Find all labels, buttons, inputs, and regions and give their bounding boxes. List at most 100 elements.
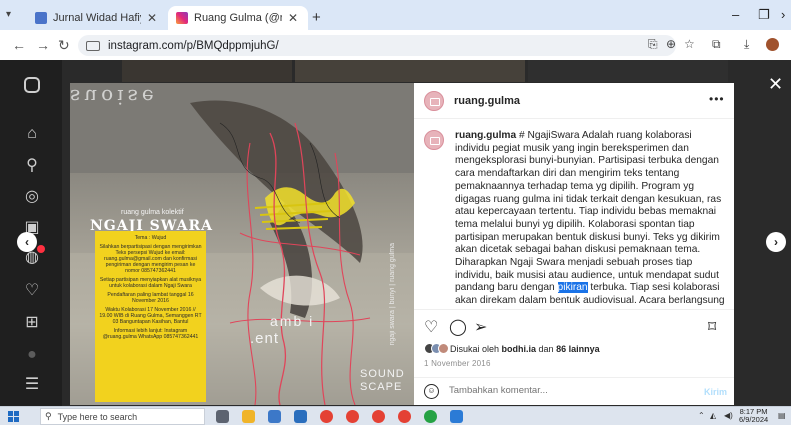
- store-icon[interactable]: [268, 410, 281, 423]
- info-line: Waktu Kolaborasi 17 November 2016 // 19.…: [99, 307, 202, 325]
- poster-info-box: Tema : Wujud Silahkan berpartisipasi den…: [95, 231, 206, 402]
- search-icon: ⚲: [45, 411, 52, 421]
- tab-instagram[interactable]: Ruang Gulma (@ruang.gulma) ✕: [168, 6, 308, 30]
- like-heart-icon[interactable]: ♡: [424, 317, 438, 337]
- poster-top-text: suoise: [70, 85, 158, 109]
- likes-count[interactable]: 86 lainnya: [556, 344, 600, 354]
- home-icon[interactable]: ⌂: [22, 124, 42, 144]
- browser-nav-bar: ← → ↻ instagram.com/p/BMQdppmjuhG/ ⎘ ⊕ ☆…: [0, 30, 791, 60]
- selected-text: pikiran: [557, 282, 588, 294]
- post-caption: ruang.gulma # NgajiSwara Adalah ruang ko…: [455, 130, 725, 308]
- author-avatar[interactable]: [424, 91, 444, 111]
- zoom-icon[interactable]: ⊕: [666, 37, 676, 51]
- poster-soundscape-text: SOUND SCAPE: [360, 368, 405, 393]
- next-post-button[interactable]: ›: [766, 232, 786, 252]
- background-post-thumbnail: [295, 60, 525, 82]
- close-tab-icon[interactable]: ✕: [145, 11, 159, 25]
- url-text: instagram.com/p/BMQdppmjuhG/: [108, 39, 279, 52]
- network-icon[interactable]: ◭: [710, 411, 716, 420]
- extensions-icon[interactable]: ⧉: [712, 37, 721, 52]
- tab-search-icon[interactable]: ▾: [6, 9, 20, 21]
- caption-avatar[interactable]: [424, 130, 444, 150]
- profile-avatar[interactable]: [766, 38, 779, 51]
- menu-icon[interactable]: ☰: [22, 375, 42, 395]
- search-icon[interactable]: ⚲: [22, 156, 42, 176]
- notification-center-icon[interactable]: ▤: [778, 411, 786, 420]
- edge-icon[interactable]: [294, 410, 307, 423]
- forward-icon[interactable]: →: [36, 37, 50, 53]
- close-window-icon[interactable]: ›: [781, 7, 785, 22]
- poster-subtitle: ruang gulma kolektif: [121, 209, 184, 216]
- save-bookmark-icon[interactable]: ⌑: [708, 317, 716, 337]
- close-modal-icon[interactable]: ✕: [768, 74, 783, 95]
- explore-icon[interactable]: ◎: [22, 187, 42, 207]
- info-line: Tema : Wujud: [134, 235, 167, 241]
- site-info-icon[interactable]: [86, 40, 100, 51]
- poster-ambient-text: amb i: [270, 313, 315, 329]
- author-username[interactable]: ruang.gulma: [454, 95, 520, 107]
- notification-dot: [37, 245, 45, 253]
- comment-input[interactable]: [449, 385, 689, 396]
- bookmark-star-icon[interactable]: ☆: [684, 37, 695, 51]
- taskbar-search-placeholder: Type here to search: [57, 411, 138, 422]
- post-actions: ♡ ◯ ➢ ⌑ Disukai oleh bodhi.ia dan 86 lai…: [414, 309, 734, 405]
- reload-icon[interactable]: ↻: [58, 37, 70, 54]
- post-image[interactable]: suoise ruang gulma kolektif NGAJI SWARA …: [70, 83, 414, 405]
- create-icon[interactable]: ⊞: [22, 313, 42, 333]
- docs-favicon-icon: [35, 12, 47, 24]
- task-view-icon[interactable]: [216, 410, 229, 423]
- chrome-icon[interactable]: [372, 410, 385, 423]
- previous-post-button[interactable]: ‹: [17, 232, 37, 252]
- background-post-thumbnail: [528, 60, 728, 82]
- chrome-icon[interactable]: [346, 410, 359, 423]
- minimize-icon[interactable]: –: [732, 7, 739, 22]
- file-explorer-icon[interactable]: [242, 410, 255, 423]
- browser-tab-bar: ▾ Jurnal Widad Hafiyan Ustman.i ✕ Ruang …: [0, 0, 791, 30]
- likes-summary: Disukai oleh bodhi.ia dan 86 lainnya: [450, 344, 600, 354]
- share-send-icon[interactable]: ➢: [474, 317, 487, 337]
- taskbar-search[interactable]: ⚲ Type here to search: [40, 408, 205, 425]
- instagram-logo-icon[interactable]: [24, 77, 40, 93]
- chrome-icon[interactable]: [320, 410, 333, 423]
- tab-jurnal[interactable]: Jurnal Widad Hafiyan Ustman.i ✕: [27, 6, 167, 30]
- more-options-icon[interactable]: •••: [709, 92, 725, 106]
- comment-icon[interactable]: ◯: [449, 317, 467, 337]
- back-icon[interactable]: ←: [12, 37, 26, 53]
- notifications-heart-icon[interactable]: ♡: [22, 281, 42, 301]
- address-bar[interactable]: instagram.com/p/BMQdppmjuhG/: [78, 35, 676, 56]
- comment-bar: ☺ Kirim: [414, 377, 734, 406]
- taskbar-clock[interactable]: 8:17 PM 6/9/2024: [739, 408, 768, 424]
- poster-side-text: ngaji swara | bunyi | ruang gulma: [389, 243, 396, 346]
- profile-icon[interactable]: ●: [22, 345, 42, 365]
- close-tab-icon[interactable]: ✕: [286, 11, 300, 25]
- windows-start-icon[interactable]: [8, 411, 19, 422]
- whatsapp-icon[interactable]: [424, 410, 437, 423]
- chrome-icon[interactable]: [398, 410, 411, 423]
- volume-icon[interactable]: ◀): [724, 411, 733, 420]
- tab-title: Jurnal Widad Hafiyan Ustman.i: [53, 12, 141, 24]
- liked-by-user[interactable]: bodhi.ia: [502, 344, 537, 354]
- info-line: Pendaftaran paling lambat tanggal 16 Nov…: [107, 292, 194, 304]
- word-icon[interactable]: [450, 410, 463, 423]
- caption-text: # NgajiSwara Adalah ruang kolaborasi ind…: [455, 130, 722, 294]
- info-line: Setiap partisipan menyiapkan alat musikn…: [99, 277, 202, 289]
- background-post-thumbnail: [122, 60, 292, 82]
- new-tab-button[interactable]: +: [312, 9, 321, 26]
- emoji-icon[interactable]: ☺: [424, 384, 439, 399]
- liker-avatar: [438, 343, 449, 354]
- install-app-icon[interactable]: ⎘: [648, 37, 658, 52]
- post-comment-button[interactable]: Kirim: [704, 387, 727, 397]
- post-header: ruang.gulma •••: [414, 83, 734, 119]
- caption-username[interactable]: ruang.gulma: [455, 130, 516, 141]
- download-icon[interactable]: ⤓: [744, 37, 749, 52]
- windows-taskbar: ⚲ Type here to search ⌃ ◭ ◀) 8:17 PM 6/9…: [0, 406, 791, 425]
- instagram-favicon-icon: [176, 12, 188, 24]
- info-line: Silahkan berpartisipasi dengan mengirimk…: [99, 244, 202, 274]
- maximize-icon[interactable]: ❐: [758, 7, 770, 23]
- post-date[interactable]: 1 November 2016: [424, 359, 491, 368]
- info-line: Informasi lebih lanjut: Instagram @ruang…: [102, 328, 199, 340]
- clock-date: 6/9/2024: [739, 415, 769, 424]
- post-details-panel: ruang.gulma ••• ruang.gulma # NgajiSwara…: [414, 83, 734, 405]
- tray-chevron-icon[interactable]: ⌃: [698, 411, 705, 420]
- tab-title: Ruang Gulma (@ruang.gulma): [194, 12, 282, 24]
